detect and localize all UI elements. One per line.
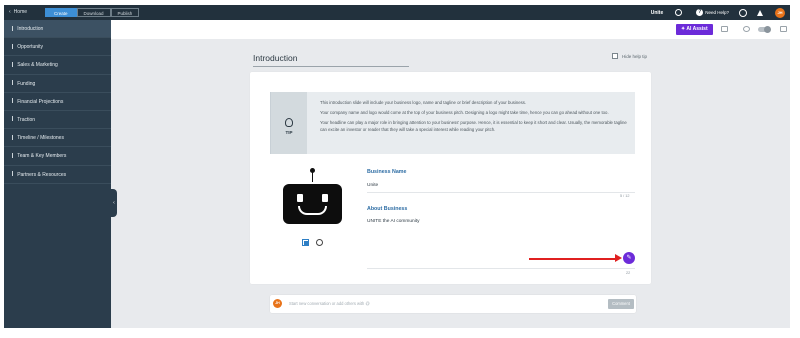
sidebar-item-financial-projections[interactable]: Financial Projections: [4, 93, 111, 111]
drag-handle-icon: [12, 134, 14, 140]
conversation-avatar: JH: [273, 299, 282, 308]
business-name-counter: 5 / 12: [620, 194, 630, 198]
sidebar-item-introduction[interactable]: Introduction: [4, 20, 111, 39]
user-avatar[interactable]: JH: [775, 7, 785, 18]
about-business-counter: 22: [626, 271, 631, 275]
sidebar-item-opportunity[interactable]: Opportunity: [4, 38, 111, 57]
sidebar: Introduction Opportunity Sales & Marketi…: [4, 20, 111, 328]
bell-icon[interactable]: [757, 9, 763, 16]
slide-editor-card: TIP This introduction slide will include…: [250, 72, 651, 284]
need-help-label: Need Help?: [705, 10, 729, 15]
sidebar-item-timeline[interactable]: Timeline / Milestones: [4, 129, 111, 148]
sidebar-item-team[interactable]: Team & Key Members: [4, 147, 111, 166]
comment-button[interactable]: Comment: [608, 299, 634, 309]
sidebar-item-label: Financial Projections: [17, 98, 64, 105]
sidebar-item-partners[interactable]: Partners & Resources: [4, 166, 111, 184]
need-help-button[interactable]: ? Need Help?: [696, 9, 729, 16]
brand-name: Unite: [650, 9, 664, 16]
layout-icon[interactable]: [780, 26, 787, 32]
magic-wand-icon: ✎: [626, 255, 632, 261]
drag-handle-icon: [12, 171, 14, 176]
ai-assist-label: AI Assist: [686, 26, 708, 32]
tip-label: TIP: [285, 129, 293, 135]
sidebar-item-label: Team & Key Members: [17, 153, 67, 160]
logo-option-radio[interactable]: [316, 239, 323, 246]
business-name-label: Business Name: [367, 169, 407, 175]
tip-paragraph: Your headline can play a major role in b…: [320, 119, 627, 132]
drag-handle-icon: [12, 80, 14, 86]
sidebar-item-traction[interactable]: Traction: [4, 111, 111, 130]
about-business-label: About Business: [367, 206, 408, 212]
question-icon: ?: [696, 9, 704, 16]
comment-icon[interactable]: [721, 26, 728, 32]
drag-handle-icon: [12, 98, 14, 104]
tip-paragraph: This introduction slide will include you…: [320, 100, 527, 105]
business-name-underline: [367, 192, 635, 193]
drag-handle-icon: [12, 152, 14, 158]
tip-paragraph: Your company name and logo would come at…: [320, 109, 609, 115]
drag-handle-icon: [12, 43, 14, 49]
logo-smile: [298, 206, 327, 215]
tip-text: This introduction slide will include you…: [320, 100, 632, 137]
sidebar-item-label: Partners & Resources: [17, 171, 67, 178]
logo-option-checkbox[interactable]: [302, 239, 309, 246]
help-tip-box: TIP This introduction slide will include…: [270, 92, 635, 154]
chevron-left-icon: ‹: [113, 200, 115, 206]
top-bar: ‹ Home Create Download Publish Unite ? Ne…: [4, 5, 790, 20]
conversation-input[interactable]: Start new conversation or add others wit…: [289, 301, 370, 306]
ai-assist-button[interactable]: ✦ AI Assist: [676, 24, 713, 35]
red-arrow-head: [615, 254, 622, 262]
view-toggle[interactable]: [758, 26, 771, 33]
drag-handle-icon: [12, 25, 14, 31]
sidebar-item-label: Traction: [17, 116, 36, 123]
about-business-underline: [367, 268, 635, 269]
about-business-input[interactable]: UNITE the AI community: [367, 219, 420, 224]
logo-stem: [311, 172, 314, 182]
sidebar-item-label: Introduction: [17, 26, 44, 32]
hide-help-toggle[interactable]: Hide help tip: [612, 53, 647, 59]
chevron-left-icon: ‹: [9, 9, 11, 15]
sidebar-item-label: Sales & Marketing: [17, 62, 58, 69]
hide-help-checkbox[interactable]: [612, 53, 618, 59]
sidebar-collapse-button[interactable]: ‹: [111, 189, 117, 217]
sidebar-item-sales-marketing[interactable]: Sales & Marketing: [4, 56, 111, 75]
hide-help-label: Hide help tip: [622, 53, 648, 59]
drag-handle-icon: [12, 61, 14, 67]
business-name-input[interactable]: Unite: [367, 183, 378, 188]
tab-publish[interactable]: Publish: [110, 8, 140, 17]
logo-robot-head: [283, 184, 342, 224]
sidebar-item-label: Opportunity: [17, 44, 44, 51]
status-ring-icon[interactable]: [739, 8, 747, 17]
logo-eye-left: [297, 194, 303, 202]
ai-rewrite-button[interactable]: ✎: [623, 252, 635, 264]
tab-create[interactable]: Create: [45, 8, 77, 17]
eye-icon[interactable]: [743, 26, 750, 32]
home-link[interactable]: ‹ Home: [9, 8, 27, 17]
sub-toolbar: ✦ AI Assist: [111, 20, 790, 39]
sidebar-item-label: Funding: [17, 80, 36, 87]
conversation-bar: JH Start new conversation or add others …: [270, 295, 636, 313]
gear-icon[interactable]: [675, 9, 683, 16]
lightbulb-icon: [285, 117, 293, 127]
top-right-controls: Unite ? Need Help? JH: [651, 7, 785, 18]
mode-tabs: Create Download Publish: [45, 8, 140, 17]
sidebar-item-label: Timeline / Milestones: [17, 135, 64, 142]
sidebar-item-funding[interactable]: Funding: [4, 75, 111, 93]
tip-icon-panel: TIP: [271, 92, 307, 154]
red-arrow-line: [529, 257, 617, 260]
tab-download[interactable]: Download: [76, 8, 111, 17]
logo-eye-right: [322, 194, 328, 202]
page-title: Introduction: [253, 53, 409, 67]
home-label: Home: [13, 9, 28, 15]
app-window: ‹ Home Create Download Publish Unite ? Ne…: [4, 5, 790, 328]
business-logo[interactable]: [283, 168, 342, 230]
drag-handle-icon: [12, 116, 14, 122]
